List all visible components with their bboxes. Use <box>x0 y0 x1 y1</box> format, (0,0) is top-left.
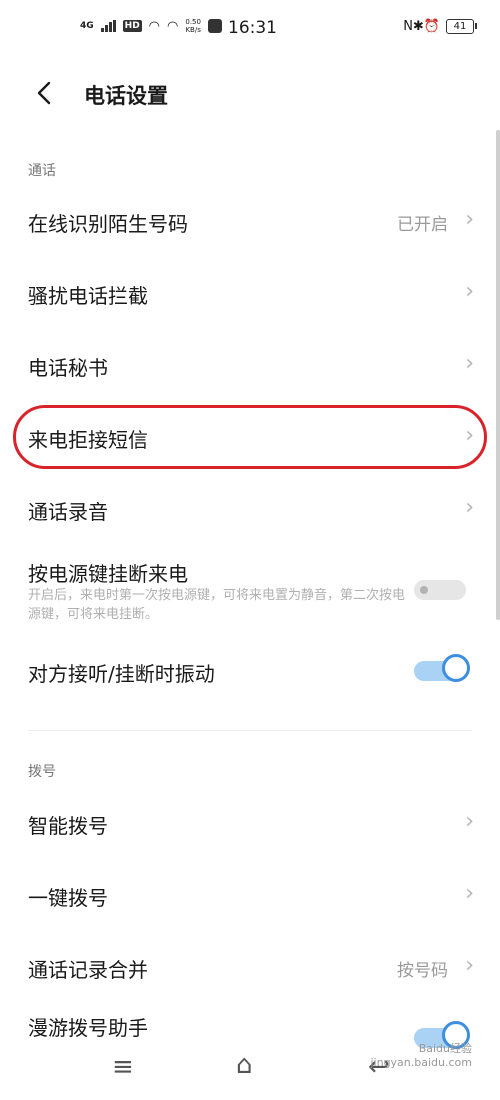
battery-icon: 41 <box>446 19 477 34</box>
toggle-knob <box>420 586 428 594</box>
status-bar: 4G HD ◠ ◠ 0.50 KB/s 16:31 N✱⏰ 41 <box>0 0 500 62</box>
network-speed: 0.50 KB/s <box>185 18 201 34</box>
row-label: 按电源键挂断来电 <box>28 562 188 586</box>
section-label-dial: 拨号 <box>28 764 56 780</box>
row-label: 漫游拨号助手 <box>28 1016 148 1040</box>
power-hangup-toggle[interactable] <box>414 580 466 600</box>
chevron-left-icon <box>37 81 51 105</box>
row-value: 已开启 <box>397 215 448 235</box>
highlight-annotation <box>13 405 487 469</box>
watermark-line1: Baidu经验 <box>418 1042 472 1055</box>
status-right-icons: N✱⏰ 41 <box>403 19 477 34</box>
watermark-line2: jingyan.baidu.com <box>370 1056 472 1069</box>
back-button[interactable] <box>30 78 60 108</box>
status-left-icons: 4G HD ◠ ◠ 0.50 KB/s <box>80 18 222 34</box>
row-label: 骚扰电话拦截 <box>28 284 148 308</box>
section-label-call: 通话 <box>28 163 56 179</box>
chevron-right-icon: › <box>465 809 474 834</box>
home-icon[interactable]: ⌂ <box>236 1050 253 1080</box>
toggle-knob <box>442 654 470 682</box>
row-label: 在线识别陌生号码 <box>28 212 188 236</box>
watermark: Baidu经验 jingyan.baidu.com <box>370 1042 472 1070</box>
chevron-right-icon: › <box>465 279 474 304</box>
chevron-right-icon: › <box>465 881 474 906</box>
status-time: 16:31 <box>228 18 277 38</box>
row-smart-dial[interactable]: 智能拨号 › <box>0 790 500 854</box>
hd-badge: HD <box>122 20 142 32</box>
row-description: 开启后，来电时第一次按电源键，可将来电置为静音，第二次按电源键，可将来电挂断。 <box>28 588 406 622</box>
row-vibrate[interactable]: 对方接听/挂断时振动 <box>0 638 500 702</box>
chevron-right-icon: › <box>465 351 474 376</box>
row-recording[interactable]: 通话录音 › <box>0 478 500 542</box>
row-label: 一键拨号 <box>28 886 108 910</box>
section-divider <box>28 730 472 731</box>
speed-value: 0.50 <box>185 18 201 26</box>
row-label: 对方接听/挂断时振动 <box>28 662 215 686</box>
row-value: 按号码 <box>397 961 448 981</box>
chevron-right-icon: › <box>465 953 474 978</box>
network-type: 4G <box>80 20 94 31</box>
chevron-right-icon: › <box>465 495 474 520</box>
row-power-hangup[interactable]: 按电源键挂断来电 开启后，来电时第一次按电源键，可将来电置为静音，第二次按电源键… <box>0 550 500 630</box>
chevron-right-icon: › <box>465 207 474 232</box>
row-harass-block[interactable]: 骚扰电话拦截 › <box>0 262 500 326</box>
header: 电话设置 <box>0 62 500 124</box>
app-notification-icon <box>207 19 222 33</box>
row-label: 电话秘书 <box>28 356 108 380</box>
row-online-id[interactable]: 在线识别陌生号码 已开启 › <box>0 190 500 254</box>
vibrate-toggle[interactable] <box>414 654 470 682</box>
speed-unit: KB/s <box>185 26 201 34</box>
wifi-icon: ◠ <box>148 18 161 34</box>
signal-icon <box>100 20 116 32</box>
row-label: 通话记录合并 <box>28 958 148 982</box>
row-label: 智能拨号 <box>28 814 108 838</box>
wifi-icon-2: ◠ <box>167 18 179 34</box>
nfc-bluetooth-alarm-icons: N✱⏰ <box>403 19 440 34</box>
row-label: 通话录音 <box>28 500 108 524</box>
row-one-key-dial[interactable]: 一键拨号 › <box>0 862 500 926</box>
page-title: 电话设置 <box>84 84 168 108</box>
row-merge-log[interactable]: 通话记录合并 按号码 › <box>0 934 500 998</box>
menu-icon[interactable]: ≡ <box>112 1052 134 1082</box>
row-secretary[interactable]: 电话秘书 › <box>0 334 500 398</box>
